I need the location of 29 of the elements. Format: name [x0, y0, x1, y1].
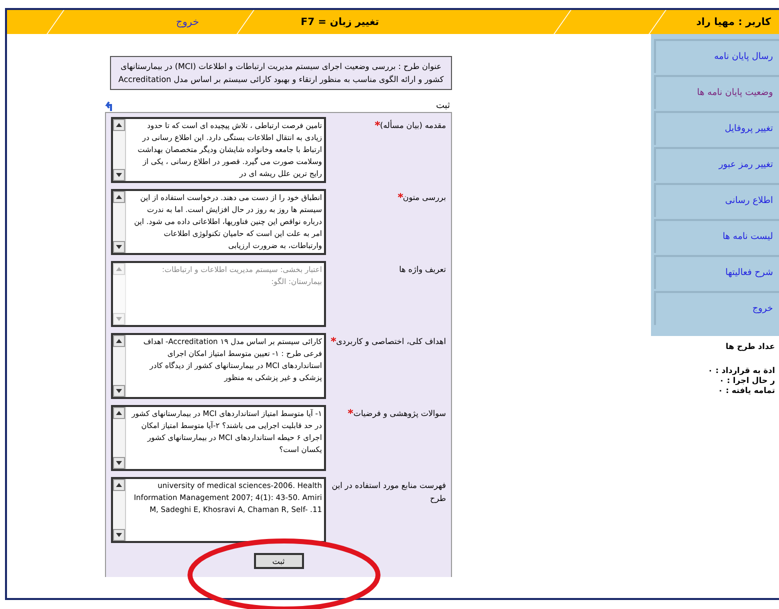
field-label: فهرست منابع مورد استفاده در این طرح [330, 480, 446, 505]
sidebar-item[interactable]: اطلاع رسانی [654, 183, 779, 217]
sidebar-item[interactable]: تغییر پروفایل [654, 111, 779, 145]
stat-line: تمامه یافته : ۰ [717, 386, 775, 395]
required-icon [398, 193, 403, 198]
required-icon [331, 337, 336, 342]
field-label: تعریف واژه ها [398, 264, 446, 276]
sidebar-item[interactable]: خروج [654, 291, 779, 325]
stats-title: عداد طرح ها [724, 342, 775, 351]
user-name: کاربر : مهیا راد [696, 16, 771, 28]
logout-link[interactable]: خروج [176, 16, 199, 28]
stat-line: ادة به قرارداد : ۰ [706, 366, 775, 375]
required-icon [348, 409, 354, 414]
field-label: اهداف کلی، اختصاصی و کاربردی [330, 333, 446, 399]
sidebar-item[interactable]: شرح فعالیتها [654, 255, 779, 289]
sidebar-item[interactable]: تغییر رمز عبور [654, 147, 779, 181]
language-hint: F7 = تغییر زبان [300, 16, 379, 28]
sidebar-item[interactable]: رسال پایان نامه [654, 39, 779, 73]
form-caption: ثبت [436, 101, 450, 111]
stat-line: ر حال اجرا : ۰ [718, 376, 775, 385]
sidebar-item[interactable]: لیست نامه ها [654, 219, 779, 253]
field-label: مقدمه (بیان مسأله) [330, 117, 446, 183]
field-label: سوالات پژوهشی و فرضیات [330, 405, 446, 471]
project-title: عنوان طرح : بررسی وضعیت اجرای سیستم مدیریت ارتباطات و اطلاعات (MCI) در بیمارستانهای کشور و ارائه الگوی مناسب به منظور ارتقاء و بهبود کارائی سیستم بر اساس مدل Accreditation [110, 56, 452, 90]
field-label: بررسی متون [330, 189, 446, 255]
sidebar-item[interactable]: وضعیت پایان نامه ها [654, 75, 779, 109]
back-arrow-icon[interactable] [105, 100, 114, 112]
required-icon [375, 121, 380, 126]
submit-button[interactable]: ثبت [254, 553, 304, 569]
